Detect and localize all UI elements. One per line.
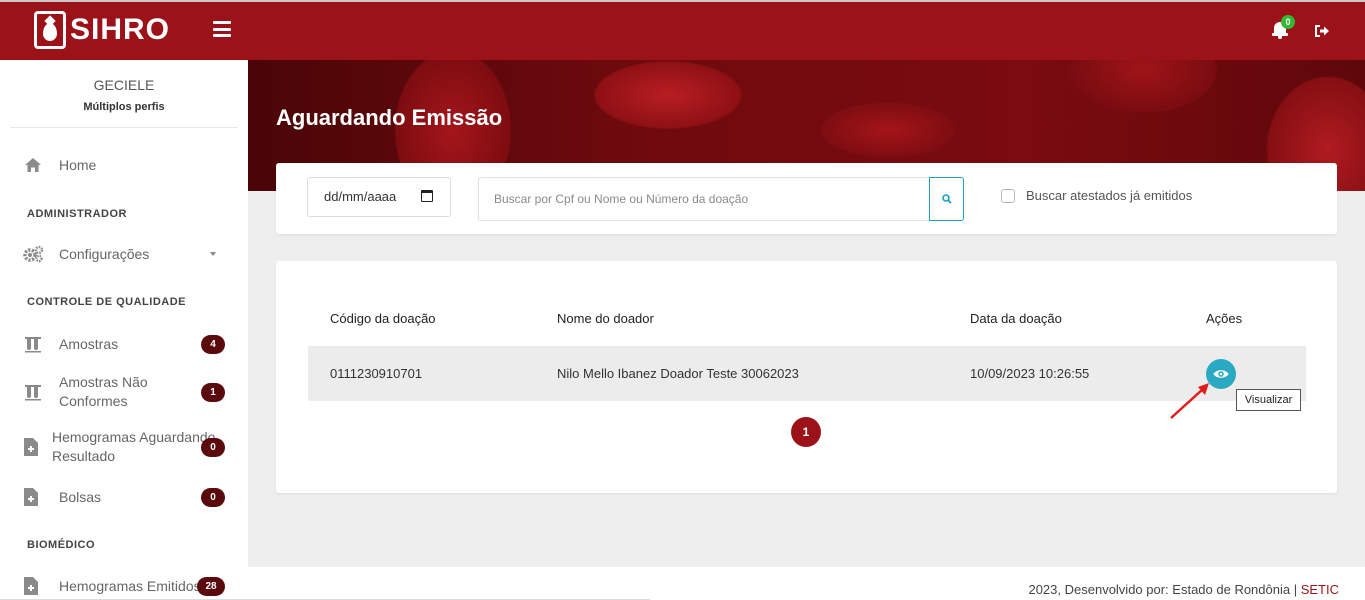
top-navbar: SIHRO [0,0,1365,60]
search-input[interactable] [478,177,930,221]
count-badge: 4 [201,334,225,354]
footer-link-setic[interactable]: SETIC [1301,582,1339,597]
file-medical-icon [24,488,38,506]
section-controle-qualidade: CONTROLE DE QUALIDADE [27,296,186,308]
page-title: Aguardando Emissão [276,105,503,130]
column-header-date: Data da doação [970,311,1062,326]
count-badge: 28 [197,576,225,596]
logout-icon[interactable] [1313,23,1331,39]
sidebar-item-configuracoes[interactable]: Configurações [0,244,248,264]
column-header-actions: Ações [1206,311,1243,326]
sidebar-item-label: Configurações [59,245,150,262]
search-icon [942,194,952,204]
search-button[interactable] [929,177,964,221]
sidebar-divider [10,127,238,128]
sidebar-item-label: Hemogramas Emitidos [59,577,201,594]
gears-icon [23,245,44,263]
annotation-arrow [1170,383,1209,419]
cell-donation-date: 10/09/2023 10:26:55 [970,366,1090,381]
section-biomedico: BIOMÉDICO [27,539,96,551]
file-medical-icon [24,577,38,595]
file-medical-icon [24,438,38,456]
footer-text: 2023, Desenvolvido por: Estado de Rondôn… [1028,582,1339,597]
menu-toggle-icon[interactable] [213,21,231,37]
date-input-value: dd/mm/aaaa [324,189,397,204]
user-role: Múltiplos perfis [83,101,165,113]
count-badge: 1 [201,382,225,402]
table-row [308,346,1306,401]
sidebar-item-amostras-nao-conformes[interactable]: Amostras Não Conformes 1 [0,373,248,411]
column-header-code: Código da doação [330,311,436,326]
emitted-checkbox[interactable] [1001,189,1015,203]
sidebar-item-label: Home [59,156,97,173]
sidebar-item-label: Amostras Não Conformes [59,374,148,409]
test-tubes-icon [25,385,41,401]
blood-drop-icon [34,11,66,49]
section-administrador: ADMINISTRADOR [27,208,127,220]
sidebar-item-hemogramas-aguardando[interactable]: Hemogramas Aguardando Resultado 0 [0,428,248,466]
notification-badge: 0 [1281,15,1295,29]
home-icon [25,158,41,172]
view-tooltip: Visualizar [1236,389,1301,411]
user-name: GECIELE [93,77,155,93]
footer: 2023, Desenvolvido por: Estado de Rondôn… [248,567,1365,600]
cell-donation-code: 0111230910701 [330,366,423,381]
eye-icon [1213,370,1229,378]
sidebar-item-hemogramas-emitidos[interactable]: Hemogramas Emitidos 28 [0,576,248,596]
chevron-down-icon [210,252,216,256]
calendar-icon[interactable] [421,190,433,202]
sidebar-item-amostras[interactable]: Amostras 4 [0,334,248,354]
emitted-checkbox-label[interactable]: Buscar atestados já emitidos [1026,188,1192,203]
test-tubes-icon [25,337,41,353]
app-logo[interactable]: SIHRO [34,10,170,50]
sidebar-item-label: Hemogramas Aguardando Resultado [52,429,216,464]
sidebar-item-bolsas[interactable]: Bolsas 0 [0,487,248,507]
sidebar-item-label: Amostras [59,335,119,352]
count-badge: 0 [201,437,225,457]
cell-donor-name: Nilo Mello Ibanez Doador Teste 30062023 [557,366,799,381]
sidebar-item-home[interactable]: Home [0,155,248,175]
sidebar: GECIELE Múltiplos perfis Home ADMINISTRA… [0,60,248,600]
sidebar-item-label: Bolsas [59,488,102,505]
pagination-page-1[interactable]: 1 [791,417,821,447]
count-badge: 0 [201,487,225,507]
app-name: SIHRO [70,13,171,46]
column-header-name: Nome do doador [557,311,654,326]
